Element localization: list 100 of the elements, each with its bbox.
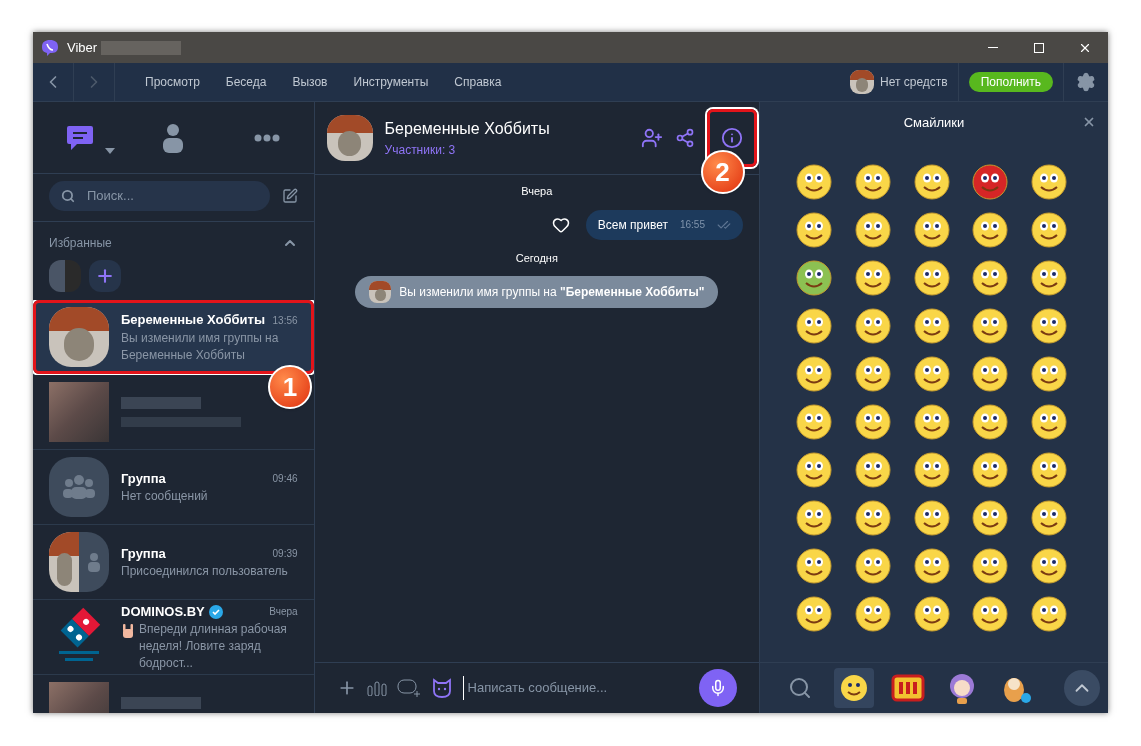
smiley-icon[interactable] [972,212,1009,248]
search-icon[interactable] [788,676,812,700]
avatar-photo [49,307,109,367]
smiley-icon[interactable] [913,356,950,392]
smiley-icon[interactable] [972,500,1009,536]
avatar-photo [326,115,373,161]
smiley-icon[interactable] [913,308,950,344]
search-field[interactable]: Поиск... [49,181,270,211]
smiley-icon[interactable] [1031,452,1068,488]
smiley-icon[interactable] [972,356,1009,392]
sticker-face-icon[interactable] [430,678,453,698]
chat-item[interactable] [33,375,314,450]
more-icon[interactable] [253,133,280,142]
smiley-icon[interactable] [854,500,891,536]
sticker-tab[interactable] [834,668,874,708]
avatar-photo [369,281,392,303]
section-label: Избранные [49,235,112,252]
panel-title: Смайлики [903,113,965,132]
smiley-icon[interactable] [1031,404,1068,440]
smiley-icon[interactable] [854,212,891,248]
chat-name: Беременные Хоббиты [121,311,266,330]
smiley-icon[interactable] [1031,308,1068,344]
close-icon[interactable] [1082,115,1096,129]
smiley-icon[interactable] [854,548,891,584]
smiley-icon[interactable] [1031,260,1068,296]
add-favorite-button[interactable] [89,260,121,292]
smiley-icon[interactable] [796,356,832,392]
heart-icon[interactable] [551,215,570,234]
menu-item[interactable]: Вызов [292,73,328,91]
smiley-icon[interactable] [913,164,950,200]
smiley-icon[interactable] [913,212,950,248]
smiley-icon[interactable] [1031,596,1068,632]
info-icon[interactable] [721,127,743,149]
minimize-icon [988,47,998,48]
message-input[interactable]: Написать сообщение... [462,676,689,700]
menu-item[interactable]: Инструменты [353,73,429,91]
smiley-icon[interactable] [913,404,950,440]
chat-time: 09:39 [272,547,298,561]
system-message-text: Вы изменили имя группы на "Беременные Хоббиты" [399,284,705,301]
smiley-icon[interactable] [796,308,832,344]
smiley-icon[interactable] [972,404,1009,440]
poll-icon[interactable] [366,680,387,696]
participants-link[interactable]: Участники: 3 [384,141,550,159]
smiley-icon[interactable] [796,548,832,584]
smiley-icon[interactable] [913,260,950,296]
smiley-icon[interactable] [913,452,950,488]
smiley-icon[interactable] [796,212,832,248]
smiley-icon[interactable] [796,404,832,440]
smiley-icon[interactable] [854,356,891,392]
add-participant-icon[interactable] [641,127,663,149]
smiley-icon[interactable] [1031,500,1068,536]
gif-icon[interactable] [396,679,421,697]
menu-item[interactable]: Беседа [225,73,267,91]
smiley-icon[interactable] [796,164,832,200]
message-text: Всем привет [597,216,668,234]
compose-icon[interactable] [281,188,298,204]
smiley-icon[interactable] [972,596,1009,632]
smiley-icon[interactable] [854,404,891,440]
smiley-icon[interactable] [796,260,832,296]
smiley-icon[interactable] [854,452,891,488]
smiley-icon[interactable] [972,308,1009,344]
chat-name: DOMINOS.BY [121,602,205,621]
expand-button[interactable] [1064,670,1100,706]
smiley-icon[interactable] [913,596,950,632]
dropdown-caret-icon[interactable] [105,148,115,154]
smiley-icon[interactable] [972,548,1009,584]
chat-preview: Нет сообщений [121,488,208,506]
chat-item[interactable]: Беременные Хоббиты 13:56 Вы изменили имя группы на Беременные Хоббиты [33,300,314,375]
menu-item[interactable]: Просмотр [145,73,200,91]
chat-name: Группа [121,469,166,488]
hand-icon [121,623,135,640]
smiley-icon[interactable] [913,548,950,584]
smiley-icon[interactable] [972,452,1009,488]
smiley-icon[interactable] [1031,548,1068,584]
menu-item[interactable]: Справка [454,73,502,91]
chat-preview: Впереди длинная рабочая неделя! Ловите заряд бодрост... [139,621,288,673]
settings-icon[interactable] [1076,72,1096,92]
smiley-icon[interactable] [796,452,832,488]
avatar-photo [49,532,79,592]
smiley-icon[interactable] [796,596,832,632]
smiley-icon[interactable] [913,500,950,536]
day-label: Сегодня [515,250,558,266]
smiley-icon[interactable] [854,260,891,296]
smiley-icon[interactable] [1031,212,1068,248]
smiley-icon[interactable] [854,308,891,344]
smiley-icon[interactable] [854,164,891,200]
chat-time: Вчера [269,605,298,619]
smiley-icon[interactable] [796,500,832,536]
smiley-icon[interactable] [1031,356,1068,392]
smiley-icon[interactable] [854,596,891,632]
blurred-avatar [49,382,109,442]
avatar-photo [849,70,874,94]
smiley-icon[interactable] [1031,164,1068,200]
microphone-button[interactable] [699,669,737,707]
smiley-icon[interactable] [972,164,1009,200]
smiley-icon[interactable] [972,260,1009,296]
balance-text: Нет средств [879,74,948,91]
conversation-title: Беременные Хоббиты [384,119,550,139]
person-icon[interactable] [162,122,185,153]
share-icon[interactable] [675,128,695,148]
